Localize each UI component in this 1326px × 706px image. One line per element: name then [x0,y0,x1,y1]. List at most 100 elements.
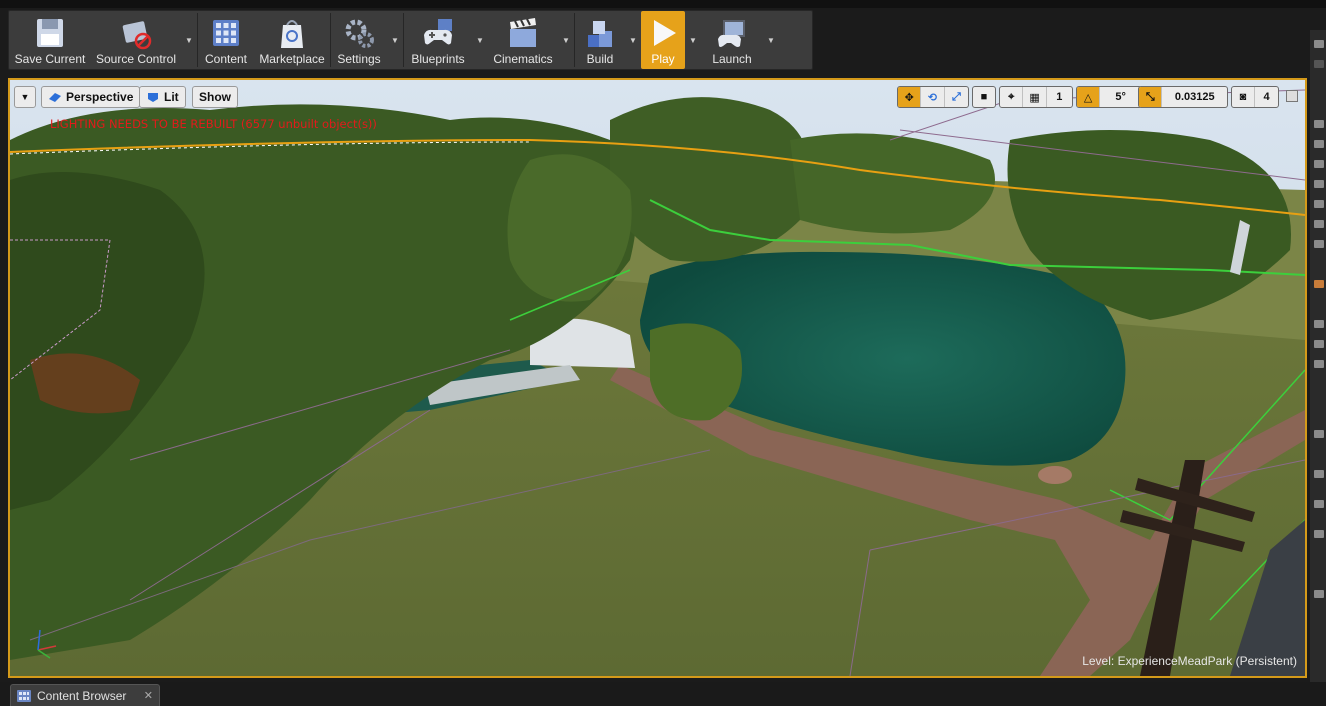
title-strip [0,0,1326,8]
rotation-snap-toggle[interactable]: △ [1077,87,1101,107]
play-icon [654,20,676,46]
blueprints-label: Blueprints [411,52,465,66]
gamepad-icon [424,19,452,45]
save-current-label: Save Current [14,52,86,66]
clapperboard-icon [510,18,536,47]
marketplace-label: Marketplace [259,52,325,66]
viewport-options-dropdown[interactable]: ▼ [14,86,36,108]
world-cube-icon: ■ [980,91,988,103]
launch-label: Launch [712,52,752,66]
scale-tool-button[interactable]: ⤢ [945,87,968,107]
panel-edge-item[interactable] [1314,320,1324,328]
settings-label: Settings [337,52,381,66]
camera-speed-group: ◙ 4 [1231,86,1279,108]
source-control-label: Source Control [95,52,177,66]
angle-icon: △ [1083,91,1093,104]
scale-snap-toggle[interactable]: ⤡ [1139,87,1163,107]
settings-button[interactable]: Settings [331,11,387,69]
details-panel-edge [1310,30,1326,700]
marketplace-button[interactable]: Marketplace [254,11,330,69]
rotation-snap-value[interactable]: 5° [1100,87,1141,107]
cinematics-button[interactable]: Cinematics [488,11,558,69]
save-current-button[interactable]: Save Current [9,11,91,69]
grid-snap-toggle[interactable]: ▦ [1023,87,1047,107]
play-dropdown-arrow[interactable]: ▼ [685,11,701,69]
panel-edge-item[interactable] [1314,240,1324,248]
scale-snap-group: ⤡ 0.03125 [1138,86,1228,108]
source-control-icon [122,21,152,50]
content-browser-icon [17,689,31,702]
scale-snap-value[interactable]: 0.03125 [1162,87,1227,107]
show-flags-button[interactable]: Show [192,86,238,108]
source-control-dropdown-arrow[interactable]: ▼ [181,11,197,69]
content-browser-tab[interactable]: Content Browser ✕ [10,684,160,706]
build-dropdown-arrow[interactable]: ▼ [625,11,641,69]
unreal-editor-window: Save Current Source Control ▼ Content Ma… [0,0,1326,706]
panel-edge-item[interactable] [1314,340,1324,348]
chevron-down-icon: ▼ [20,92,30,102]
panel-edge-item[interactable] [1314,160,1324,168]
panel-edge-item[interactable] [1314,470,1324,478]
launch-dropdown-arrow[interactable]: ▼ [763,11,779,69]
move-arrows-icon: ✥ [904,91,914,104]
panel-edge-item[interactable] [1314,360,1324,368]
content-browser-tab-label: Content Browser [37,688,127,703]
build-blocks-icon [588,21,612,47]
rotate-tool-button[interactable]: ⟲ [921,87,945,107]
content-button[interactable]: Content [198,11,254,69]
close-icon[interactable]: ✕ [144,689,153,702]
launch-console-icon [718,20,745,47]
scale-icon: ⤢ [951,90,961,103]
lit-sphere-icon [148,93,158,102]
level-name: ExperienceMeadPark (Persistent) [1117,654,1297,668]
panel-edge-item[interactable] [1314,220,1324,228]
cinematics-label: Cinematics [493,52,553,66]
build-label: Build [586,52,614,66]
content-grid-icon [213,20,239,46]
rotate-icon: ⟲ [927,91,938,104]
bottom-dock: Content Browser ✕ [0,682,1326,706]
camera-speed-button[interactable]: ◙ [1232,87,1256,107]
axis-gizmo [37,629,57,659]
blueprints-button[interactable]: Blueprints [404,11,472,69]
marketplace-bag-icon [281,20,303,48]
grid-snap-group: ⌖ ▦ 1 [999,86,1073,108]
grid-icon: ▦ [1029,91,1040,104]
scale-snap-icon: ⤡ [1145,90,1155,103]
panel-edge-item[interactable] [1314,40,1324,48]
grid-snap-value[interactable]: 1 [1047,87,1072,107]
panel-edge-item[interactable] [1314,530,1324,538]
translate-tool-button[interactable]: ✥ [898,87,922,107]
panel-edge-item[interactable] [1314,500,1324,508]
settings-dropdown-arrow[interactable]: ▼ [387,11,403,69]
view-mode-label: Perspective [66,90,134,104]
view-mode-perspective-button[interactable]: Perspective [41,86,141,108]
panel-edge-item[interactable] [1314,430,1324,438]
camera-speed-value[interactable]: 4 [1255,87,1278,107]
cinematics-dropdown-arrow[interactable]: ▼ [558,11,574,69]
panel-edge-item[interactable] [1314,60,1324,68]
floppy-disk-icon [37,19,63,47]
source-control-button[interactable]: Source Control [91,11,181,69]
surface-snap-button[interactable]: ⌖ [1000,87,1024,107]
lighting-mode-label: Lit [164,90,179,104]
level-indicator: Level: ExperienceMeadPark (Persistent) [1082,654,1297,668]
lighting-rebuild-warning: LIGHTING NEEDS TO BE REBUILT (6577 unbui… [50,117,377,131]
level-prefix: Level: [1082,654,1115,668]
maximize-viewport-button[interactable] [1286,90,1298,102]
level-viewport[interactable]: ▼ Perspective Lit Show LIGHTING NEEDS TO… [8,78,1307,678]
viewport-scene[interactable] [10,80,1305,676]
panel-edge-item[interactable] [1314,180,1324,188]
panel-edge-item[interactable] [1314,280,1324,288]
blueprints-dropdown-arrow[interactable]: ▼ [472,11,488,69]
build-button[interactable]: Build [575,11,625,69]
lighting-mode-button[interactable]: Lit [139,86,186,108]
play-button[interactable]: Play [641,11,685,69]
world-local-toggle[interactable]: ■ [973,87,995,107]
launch-button[interactable]: Launch [701,11,763,69]
panel-edge-item[interactable] [1314,590,1324,598]
panel-edge-item[interactable] [1314,140,1324,148]
panel-edge-item[interactable] [1314,200,1324,208]
content-label: Content [204,52,248,66]
panel-edge-item[interactable] [1314,120,1324,128]
